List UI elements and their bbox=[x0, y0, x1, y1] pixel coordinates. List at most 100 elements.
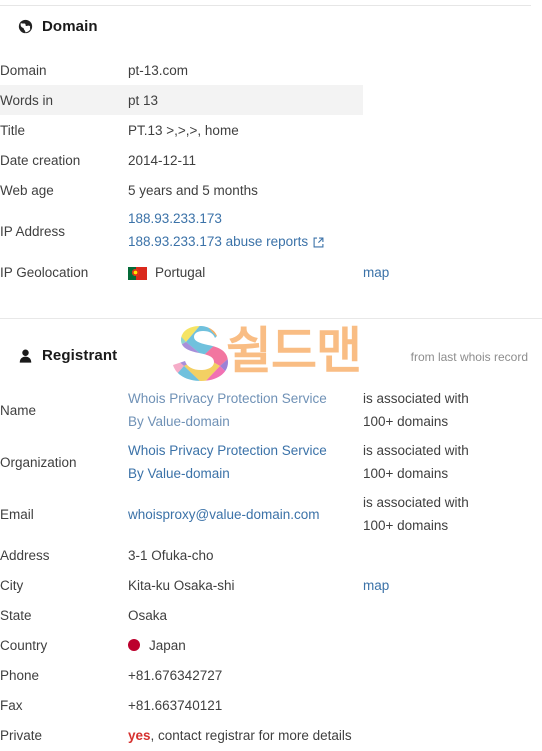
table-row-name: Name Whois Privacy Protection Service By… bbox=[0, 384, 542, 436]
registrant-name-link-line2[interactable]: By Value-domain bbox=[128, 414, 230, 429]
name-assoc-line2: 100+ domains bbox=[363, 414, 449, 429]
email-assoc-line2: 100+ domains bbox=[363, 518, 449, 533]
row-extra-address bbox=[363, 540, 542, 570]
row-label-words-in: Words in bbox=[0, 85, 128, 115]
row-label-city: City bbox=[0, 577, 24, 593]
domain-table-wrap: Domain pt-13.com Words in pt 13 Title PT… bbox=[0, 55, 542, 287]
row-value-web-age: 5 years and 5 months bbox=[128, 182, 258, 198]
row-value-date-creation: 2014-12-11 bbox=[128, 152, 197, 168]
external-link-icon bbox=[313, 232, 324, 255]
row-value-state: Osaka bbox=[128, 607, 168, 623]
flag-portugal-icon bbox=[128, 266, 147, 280]
abuse-reports-link[interactable]: 188.93.233.173 abuse reports bbox=[128, 234, 324, 249]
s-logo-icon bbox=[173, 326, 228, 381]
row-label-title: Title bbox=[0, 122, 26, 138]
geo-map-link[interactable]: map bbox=[363, 265, 389, 280]
table-row-date-creation: Date creation 2014-12-11 bbox=[0, 145, 542, 175]
row-extra-ip-geolocation: map bbox=[363, 257, 542, 287]
row-label-name: Name bbox=[0, 402, 37, 418]
row-value-ip-address: 188.93.233.173 188.93.233.173 abuse repo… bbox=[128, 205, 542, 257]
org-assoc-line2: 100+ domains bbox=[363, 466, 449, 481]
ip-address-link[interactable]: 188.93.233.173 bbox=[128, 211, 222, 226]
row-value-domain: pt-13.com bbox=[128, 62, 189, 78]
row-label-ip-geolocation: IP Geolocation bbox=[0, 264, 89, 280]
flag-japan-icon bbox=[128, 638, 140, 651]
row-label-address: Address bbox=[0, 547, 50, 563]
row-extra-fax bbox=[363, 690, 542, 720]
table-row-state: State Osaka bbox=[0, 600, 542, 630]
section-divider bbox=[0, 318, 542, 319]
row-value-country: Japan bbox=[128, 630, 363, 660]
row-value-words-in: pt 13 bbox=[128, 85, 363, 115]
table-row-phone: Phone +81.676342727 bbox=[0, 660, 542, 690]
private-yes-badge: yes bbox=[128, 727, 151, 743]
row-extra-email: is associated with 100+ domains bbox=[363, 488, 542, 540]
table-row-title: Title PT.13 >,>,>, home bbox=[0, 115, 542, 145]
registrant-table: Name Whois Privacy Protection Service By… bbox=[0, 384, 542, 750]
registrant-name-link-line1[interactable]: Whois Privacy Protection Service bbox=[128, 391, 327, 406]
row-label-domain: Domain bbox=[0, 62, 47, 78]
row-label-web-age: Web age bbox=[0, 182, 54, 198]
row-value-city: Kita-ku Osaka-shi bbox=[128, 577, 235, 593]
top-divider bbox=[0, 5, 531, 6]
table-row-web-age: Web age 5 years and 5 months bbox=[0, 175, 542, 205]
registrant-table-wrap: Name Whois Privacy Protection Service By… bbox=[0, 384, 542, 750]
row-label-fax: Fax bbox=[0, 697, 23, 713]
row-value-address: 3-1 Ofuka-cho bbox=[128, 547, 214, 563]
country-name-label: Japan bbox=[149, 637, 186, 653]
row-label-date-creation: Date creation bbox=[0, 152, 81, 168]
row-extra-name: is associated with 100+ domains bbox=[363, 384, 542, 436]
watermark-overlay: 쉴드맨 bbox=[168, 322, 390, 384]
row-extra-organization: is associated with 100+ domains bbox=[363, 436, 542, 488]
row-value-phone: +81.676342727 bbox=[128, 667, 223, 683]
geo-country-label: Portugal bbox=[155, 264, 206, 280]
row-label-email: Email bbox=[0, 506, 34, 522]
table-row-city: City Kita-ku Osaka-shi map bbox=[0, 570, 542, 600]
registrant-email-link[interactable]: whoisproxy@value-domain.com bbox=[128, 507, 320, 522]
user-icon bbox=[18, 348, 33, 363]
name-assoc-line1: is associated with bbox=[363, 391, 469, 406]
row-extra-city: map bbox=[363, 570, 542, 600]
row-value-private: yes, contact registrar for more details bbox=[128, 720, 542, 750]
row-extra-title bbox=[363, 115, 542, 145]
watermark-text: 쉴드맨 bbox=[226, 322, 362, 380]
table-row-domain: Domain pt-13.com bbox=[0, 55, 542, 85]
row-extra-web-age bbox=[363, 175, 542, 205]
row-extra-words-in bbox=[363, 85, 542, 115]
row-value-organization: Whois Privacy Protection Service By Valu… bbox=[128, 436, 363, 488]
registrant-org-link-line2[interactable]: By Value-domain bbox=[128, 466, 230, 481]
org-assoc-line1: is associated with bbox=[363, 443, 469, 458]
row-extra-phone bbox=[363, 660, 542, 690]
abuse-reports-label: 188.93.233.173 abuse reports bbox=[128, 234, 309, 249]
row-extra-domain bbox=[363, 55, 542, 85]
whois-source-note: from last whois record bbox=[410, 350, 528, 364]
table-row-organization: Organization Whois Privacy Protection Se… bbox=[0, 436, 542, 488]
row-value-ip-geolocation: Portugal bbox=[128, 257, 363, 287]
table-row-private: Private yes, contact registrar for more … bbox=[0, 720, 542, 750]
row-value-fax: +81.663740121 bbox=[128, 697, 223, 713]
row-extra-country bbox=[363, 630, 542, 660]
domain-section-title: Domain bbox=[42, 18, 98, 35]
table-row-ip-geolocation: IP Geolocation Portugal map bbox=[0, 257, 542, 287]
domain-section-header: Domain bbox=[18, 18, 98, 35]
whois-domain-report: Domain Domain pt-13.com Words in pt 13 T… bbox=[0, 0, 542, 751]
row-value-title: PT.13 >,>,>, home bbox=[128, 122, 239, 138]
row-value-name: Whois Privacy Protection Service By Valu… bbox=[128, 384, 363, 436]
email-assoc-line1: is associated with bbox=[363, 495, 469, 510]
row-value-email: whoisproxy@value-domain.com bbox=[128, 488, 363, 540]
table-row-address: Address 3-1 Ofuka-cho bbox=[0, 540, 542, 570]
row-extra-date-creation bbox=[363, 145, 542, 175]
row-label-country: Country bbox=[0, 637, 48, 653]
private-note: , contact registrar for more details bbox=[150, 727, 352, 743]
table-row-ip-address: IP Address 188.93.233.173 188.93.233.173… bbox=[0, 205, 542, 257]
table-row-country: Country Japan bbox=[0, 630, 542, 660]
registrant-section-header: Registrant bbox=[18, 347, 117, 364]
row-label-private: Private bbox=[0, 727, 43, 743]
table-row-fax: Fax +81.663740121 bbox=[0, 690, 542, 720]
registrant-org-link-line1[interactable]: Whois Privacy Protection Service bbox=[128, 443, 327, 458]
row-label-phone: Phone bbox=[0, 667, 40, 683]
domain-table: Domain pt-13.com Words in pt 13 Title PT… bbox=[0, 55, 542, 287]
row-label-organization: Organization bbox=[0, 454, 77, 470]
city-map-link[interactable]: map bbox=[363, 578, 389, 593]
table-row-email: Email whoisproxy@value-domain.com is ass… bbox=[0, 488, 542, 540]
